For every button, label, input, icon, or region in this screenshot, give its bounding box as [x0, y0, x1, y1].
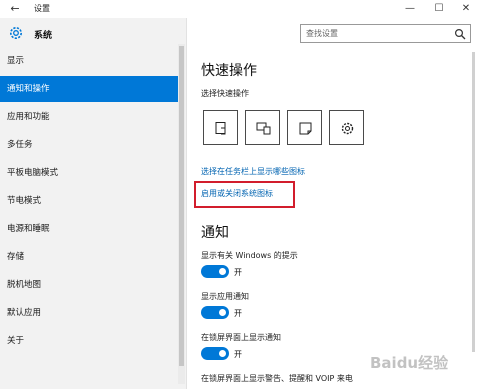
quick-action-connect-button[interactable]	[245, 110, 280, 145]
sidebar-item-apps[interactable]: 应用和功能	[0, 104, 180, 130]
back-arrow-icon[interactable]: ←	[8, 2, 22, 16]
maximize-button[interactable]: ☐	[425, 0, 453, 18]
window-title: 设置	[34, 4, 50, 13]
toggle-label-lockscreen-notifications: 在锁屏界面上显示通知	[201, 333, 281, 342]
gear-icon	[10, 27, 22, 39]
notifications-heading: 通知	[201, 225, 229, 241]
sidebar-item-offline-maps[interactable]: 脱机地图	[0, 272, 180, 298]
note-icon	[299, 122, 312, 135]
watermark: Baidu经验	[370, 354, 449, 372]
app-notifications-toggle[interactable]	[201, 306, 229, 319]
close-button[interactable]: ✕	[452, 0, 480, 18]
title-bar: ← 设置 — ☐ ✕	[0, 0, 480, 18]
toggle-label-windows-tips: 显示有关 Windows 的提示	[201, 251, 298, 260]
quick-action-tablet-button[interactable]	[203, 110, 238, 145]
sidebar-item-multitasking[interactable]: 多任务	[0, 132, 180, 158]
toggle-knob	[219, 350, 226, 357]
quick-action-note-button[interactable]	[287, 110, 322, 145]
minimize-button[interactable]: —	[396, 0, 424, 18]
quick-action-settings-button[interactable]	[329, 110, 364, 145]
sidebar: 系统 显示 通知和操作 应用和功能 多任务 平板电脑模式 节电模式 电源和睡眠 …	[0, 18, 187, 389]
highlight-annotation	[194, 181, 295, 208]
system-header: 系统	[0, 22, 187, 46]
toggle-label-lockscreen-alarms: 在锁屏界面上显示警告、提醒和 VOIP 来电	[201, 374, 353, 383]
sidebar-item-storage[interactable]: 存储	[0, 244, 180, 270]
sidebar-item-about[interactable]: 关于	[0, 328, 180, 354]
sidebar-item-default-apps[interactable]: 默认应用	[0, 300, 180, 326]
connect-display-icon	[256, 122, 271, 135]
system-title: 系统	[34, 31, 53, 41]
search-input[interactable]	[306, 27, 446, 40]
sidebar-item-tablet-mode[interactable]: 平板电脑模式	[0, 160, 180, 186]
toggle-state-app-notifications: 开	[234, 309, 242, 318]
toggle-label-app-notifications: 显示应用通知	[201, 292, 249, 301]
sidebar-scroll-thumb[interactable]	[179, 46, 184, 366]
taskbar-icons-link[interactable]: 选择在任务栏上显示哪些图标	[201, 166, 305, 177]
quick-actions-heading: 快速操作	[201, 63, 257, 79]
sidebar-item-display[interactable]: 显示	[0, 48, 180, 74]
search-icon[interactable]	[454, 28, 466, 40]
lockscreen-notifications-toggle[interactable]	[201, 347, 229, 360]
content-scrollbar[interactable]	[472, 52, 475, 352]
toggle-state-lockscreen-notifications: 开	[234, 350, 242, 359]
windows-tips-toggle[interactable]	[201, 265, 229, 278]
sidebar-item-battery-saver[interactable]: 节电模式	[0, 188, 180, 214]
settings-gear-icon	[341, 122, 354, 135]
sidebar-item-power-sleep[interactable]: 电源和睡眠	[0, 216, 180, 242]
sidebar-item-notifications[interactable]: 通知和操作	[0, 76, 180, 102]
toggle-knob	[219, 309, 226, 316]
toggle-knob	[219, 268, 226, 275]
tablet-mode-icon	[215, 122, 226, 135]
quick-actions-subtitle: 选择快速操作	[201, 89, 249, 98]
toggle-state-windows-tips: 开	[234, 268, 242, 277]
search-box[interactable]	[300, 24, 471, 43]
